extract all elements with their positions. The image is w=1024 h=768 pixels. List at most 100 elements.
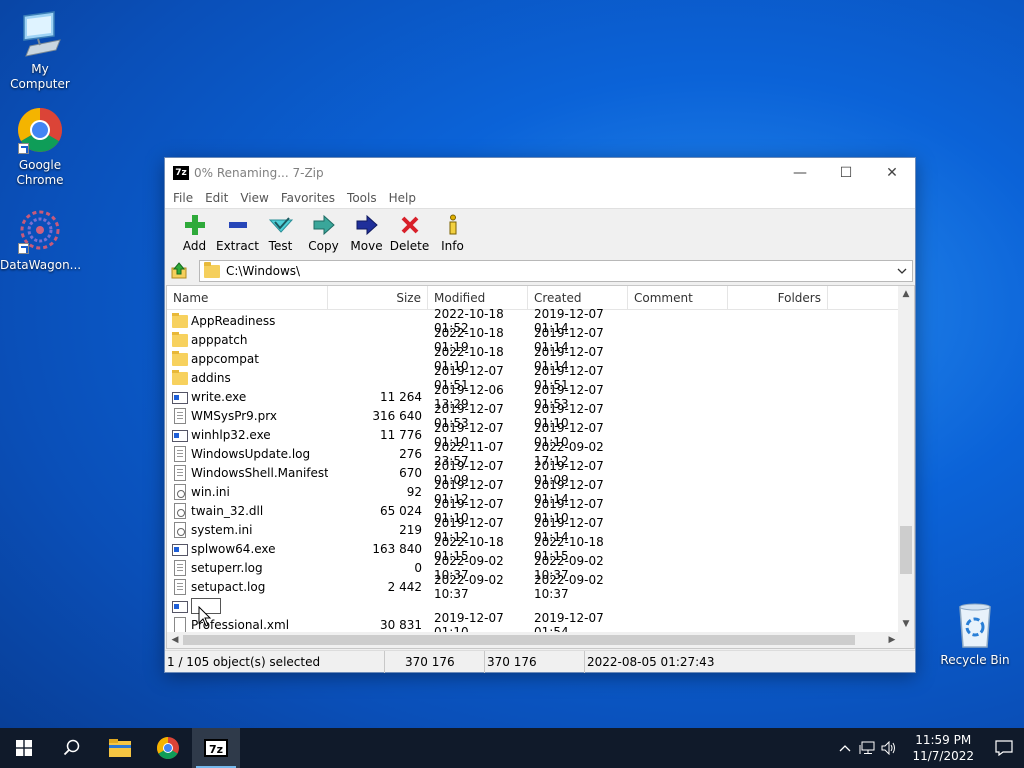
- network-icon[interactable]: [856, 728, 878, 768]
- title-bar[interactable]: 7z 0% Renaming... 7-Zip — ☐ ✕: [165, 158, 915, 188]
- file-name: setuperr.log: [191, 560, 263, 575]
- close-icon: ✕: [886, 165, 898, 181]
- cell-name: appcompat: [167, 351, 328, 366]
- clock[interactable]: 11:59 PM 11/7/2022: [900, 732, 984, 764]
- horizontal-scroll-thumb[interactable]: [183, 635, 855, 645]
- vertical-scroll-thumb[interactable]: [900, 526, 912, 574]
- volume-icon[interactable]: [878, 728, 900, 768]
- menu-file[interactable]: File: [167, 191, 199, 205]
- monitor-icon: [16, 10, 64, 58]
- file-name: system.ini: [191, 522, 253, 537]
- info-icon: [441, 213, 465, 237]
- horizontal-scrollbar[interactable]: ◀ ▶: [167, 632, 900, 648]
- chevron-down-icon[interactable]: [894, 263, 910, 279]
- add-button[interactable]: Add: [173, 213, 216, 253]
- notification-button[interactable]: [984, 728, 1024, 768]
- folder-icon: [172, 370, 188, 385]
- menu-edit[interactable]: Edit: [199, 191, 234, 205]
- vertical-scrollbar[interactable]: ▲ ▼: [898, 286, 914, 632]
- desktop-icon-recycle-bin[interactable]: Recycle Bin: [939, 601, 1011, 667]
- desktop-icon-label: Google Chrome: [16, 158, 64, 187]
- search-button[interactable]: [48, 728, 96, 768]
- copy-button[interactable]: Copy: [302, 213, 345, 253]
- cell-size: 316 640: [372, 408, 422, 423]
- recycle-bin-icon: [951, 601, 999, 649]
- status-date: 2022-08-05 01:27:43: [587, 654, 715, 669]
- test-icon: [268, 213, 293, 237]
- test-button[interactable]: Test: [259, 213, 302, 253]
- cell-size: 30 831: [380, 617, 422, 632]
- column-header-name[interactable]: Name: [167, 286, 328, 310]
- file-name: setupact.log: [191, 579, 266, 594]
- cell-name: setuperr.log: [167, 559, 328, 576]
- add-label: Add: [182, 239, 207, 253]
- cell-size: 11 264: [380, 389, 422, 404]
- cell-created: 2022-09-02 10:37: [534, 572, 604, 601]
- system-tray: 11:59 PM 11/7/2022: [834, 728, 1024, 768]
- status-selection: 1 / 105 object(s) selected: [165, 650, 385, 673]
- file-name: twain_32.dll: [191, 503, 264, 518]
- cell-size: 219: [399, 522, 422, 537]
- scroll-up-icon[interactable]: ▲: [898, 286, 914, 302]
- 7zip-taskbar-button[interactable]: 7z: [192, 728, 240, 768]
- file-name: win.ini: [191, 484, 230, 499]
- info-button[interactable]: Info: [431, 213, 474, 253]
- file-name: AppReadiness: [191, 313, 276, 328]
- address-text: C:\Windows\: [226, 264, 301, 278]
- search-icon: [63, 739, 80, 756]
- clock-time: 11:59 PM: [915, 733, 972, 747]
- cell-name: write.exe: [167, 390, 328, 404]
- cell-size: 2 442: [387, 579, 422, 594]
- menu-help[interactable]: Help: [383, 191, 422, 205]
- up-folder-button[interactable]: [167, 260, 191, 282]
- close-button[interactable]: ✕: [869, 158, 915, 188]
- folder-icon: [172, 332, 188, 347]
- test-label: Test: [268, 239, 293, 253]
- menu-view[interactable]: View: [234, 191, 274, 205]
- desktop-icon-my-computer[interactable]: My Computer: [0, 10, 80, 92]
- file-explorer-button[interactable]: [96, 728, 144, 768]
- table-row[interactable]: setupact.log 2 442 2022-09-02 10:37 2022-09…: [167, 573, 900, 601]
- cell-size: 163 840: [372, 541, 422, 556]
- start-button[interactable]: [0, 728, 48, 768]
- file-name: apppatch: [191, 332, 248, 347]
- move-label: Move: [350, 239, 383, 253]
- column-header-size[interactable]: Size: [328, 286, 428, 310]
- 7zip-icon: 7z: [204, 739, 228, 757]
- extract-button[interactable]: Extract: [216, 213, 259, 253]
- scrollbar-corner: [898, 632, 914, 648]
- scroll-down-icon[interactable]: ▼: [898, 616, 914, 632]
- document-file-icon: [174, 559, 186, 576]
- folder-icon: [109, 739, 131, 757]
- delete-label: Delete: [389, 239, 430, 253]
- file-list[interactable]: Name Size Modified Created Comment Folde…: [166, 285, 915, 649]
- file-rows: AppReadiness 2022-10-18 01:52 2019-12-07 0…: [167, 307, 900, 639]
- copy-label: Copy: [308, 239, 339, 253]
- executable-file-icon: [172, 429, 188, 442]
- document-file-icon: [174, 578, 186, 595]
- minimize-button[interactable]: —: [777, 158, 823, 188]
- cell-modified: 2022-09-02 10:37: [434, 572, 504, 601]
- shortcut-arrow-icon: [18, 243, 29, 254]
- document-file-icon: [174, 407, 186, 424]
- maximize-button[interactable]: ☐: [823, 158, 869, 188]
- move-button[interactable]: Move: [345, 213, 388, 253]
- extract-label: Extract: [216, 239, 259, 253]
- chrome-icon: [157, 737, 179, 759]
- file-name: WindowsUpdate.log: [191, 446, 311, 461]
- chevron-up-icon[interactable]: [834, 728, 856, 768]
- menu-favorites[interactable]: Favorites: [275, 191, 341, 205]
- address-input[interactable]: C:\Windows\: [199, 260, 913, 282]
- desktop-icon-google-chrome[interactable]: Google Chrome: [0, 106, 80, 188]
- menu-tools[interactable]: Tools: [341, 191, 383, 205]
- file-name: appcompat: [191, 351, 259, 366]
- chrome-taskbar-button[interactable]: [144, 728, 192, 768]
- delete-button[interactable]: Delete: [388, 213, 431, 253]
- column-header-comment[interactable]: Comment: [628, 286, 728, 310]
- cell-name: system.ini: [167, 521, 328, 538]
- column-header-folders[interactable]: Folders: [728, 286, 828, 310]
- scroll-left-icon[interactable]: ◀: [167, 632, 183, 648]
- desktop-icon-datawagon[interactable]: DataWagon...: [0, 206, 81, 273]
- cell-name: WMSysPr9.prx: [167, 407, 328, 424]
- cell-size: 0: [414, 560, 422, 575]
